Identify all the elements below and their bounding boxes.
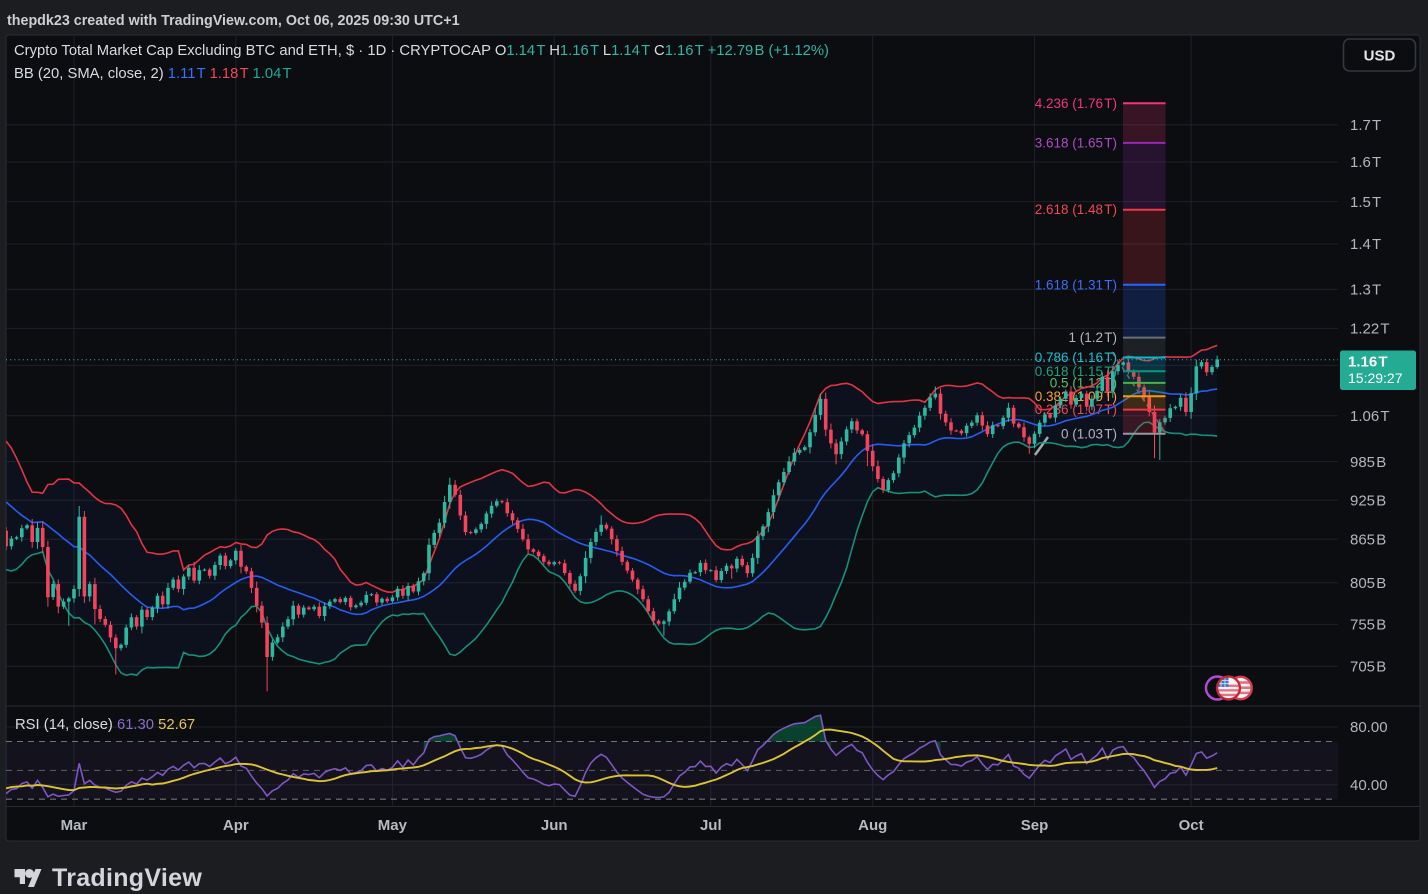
- svg-text:0.786 (1.16T): 0.786 (1.16T): [1035, 350, 1117, 365]
- svg-text:Aug: Aug: [858, 817, 887, 834]
- svg-text:1 (1.2T): 1 (1.2T): [1069, 330, 1117, 345]
- svg-text:BB (20, SMA, close, 2) 1.11T: BB (20, SMA, close, 2) 1.11T 1.18T 1.04T: [14, 66, 292, 82]
- svg-text:4.236 (1.76T): 4.236 (1.76T): [1035, 96, 1117, 111]
- svg-text:thepdk23 created with TradingV: thepdk23 created with TradingView.com, O…: [7, 13, 460, 29]
- svg-text:40.00: 40.00: [1350, 777, 1388, 794]
- svg-text:705B: 705B: [1350, 658, 1386, 675]
- svg-text:1.4T: 1.4T: [1350, 236, 1381, 253]
- svg-text:925B: 925B: [1350, 492, 1386, 509]
- svg-text:865B: 865B: [1350, 532, 1386, 549]
- svg-text:May: May: [378, 817, 408, 834]
- svg-text:1.6T: 1.6T: [1350, 154, 1381, 171]
- svg-text:805B: 805B: [1350, 575, 1386, 592]
- svg-text:Sep: Sep: [1021, 817, 1049, 834]
- svg-text:985B: 985B: [1350, 454, 1386, 471]
- svg-text:Jun: Jun: [541, 817, 568, 834]
- svg-text:1.22T: 1.22T: [1350, 321, 1390, 338]
- svg-text:Oct: Oct: [1179, 817, 1204, 834]
- svg-text:1.3T: 1.3T: [1350, 282, 1381, 299]
- svg-text:2.618 (1.48T): 2.618 (1.48T): [1035, 202, 1117, 217]
- svg-text:80.00: 80.00: [1350, 719, 1388, 736]
- svg-text:15:29:27: 15:29:27: [1348, 370, 1403, 386]
- svg-text:Mar: Mar: [61, 817, 88, 834]
- svg-text:1.06T: 1.06T: [1350, 408, 1390, 425]
- svg-text:USD: USD: [1364, 48, 1396, 65]
- svg-text:RSI (14, close) 61.30 52.67: RSI (14, close) 61.30 52.67: [15, 717, 195, 733]
- svg-text:Apr: Apr: [223, 817, 249, 834]
- svg-text:1.618 (1.31T): 1.618 (1.31T): [1035, 277, 1117, 292]
- svg-text:Crypto Total Market Cap Exclud: Crypto Total Market Cap Excluding BTC an…: [14, 43, 829, 59]
- svg-text:1.16T: 1.16T: [1348, 354, 1388, 371]
- svg-text:3.618 (1.65T): 3.618 (1.65T): [1035, 135, 1117, 150]
- svg-text:1.7T: 1.7T: [1350, 117, 1381, 134]
- svg-text:755B: 755B: [1350, 617, 1386, 634]
- svg-text:Jul: Jul: [700, 817, 722, 834]
- svg-text:1.5T: 1.5T: [1350, 194, 1381, 211]
- svg-text:TradingView: TradingView: [52, 864, 202, 892]
- svg-text:0 (1.03T): 0 (1.03T): [1061, 426, 1117, 441]
